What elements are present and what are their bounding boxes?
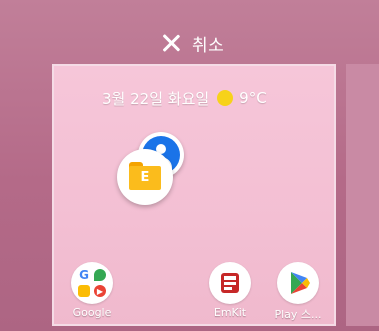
file-manager-letter: E bbox=[129, 166, 161, 190]
date-text: 3월 22일 화요일 bbox=[102, 89, 210, 108]
app-emkit[interactable]: EmKit bbox=[198, 262, 262, 319]
app-label-emkit: EmKit bbox=[213, 306, 247, 319]
close-icon bbox=[160, 32, 182, 54]
play-store-icon bbox=[277, 262, 319, 304]
sun-icon bbox=[217, 90, 234, 106]
app-label-google: Google bbox=[72, 306, 112, 319]
home-page-preview[interactable]: 3월 22일 화요일 9°C E G ▶ Google EmKit Play 스… bbox=[52, 64, 336, 326]
app-play-store[interactable]: Play 스... bbox=[266, 262, 330, 322]
date-weather-widget[interactable]: 3월 22일 화요일 9°C bbox=[102, 88, 267, 108]
file-manager-icon[interactable]: E bbox=[117, 149, 173, 205]
emkit-icon bbox=[209, 262, 251, 304]
app-google[interactable]: G ▶ Google bbox=[60, 262, 124, 319]
next-page-preview[interactable] bbox=[346, 64, 379, 326]
cancel-label: 취소 bbox=[192, 35, 225, 56]
cancel-button[interactable]: 취소 bbox=[160, 28, 224, 58]
temperature-text: 9°C bbox=[239, 89, 267, 107]
google-folder-icon: G ▶ bbox=[71, 262, 113, 304]
app-label-play-store: Play 스... bbox=[274, 308, 322, 321]
